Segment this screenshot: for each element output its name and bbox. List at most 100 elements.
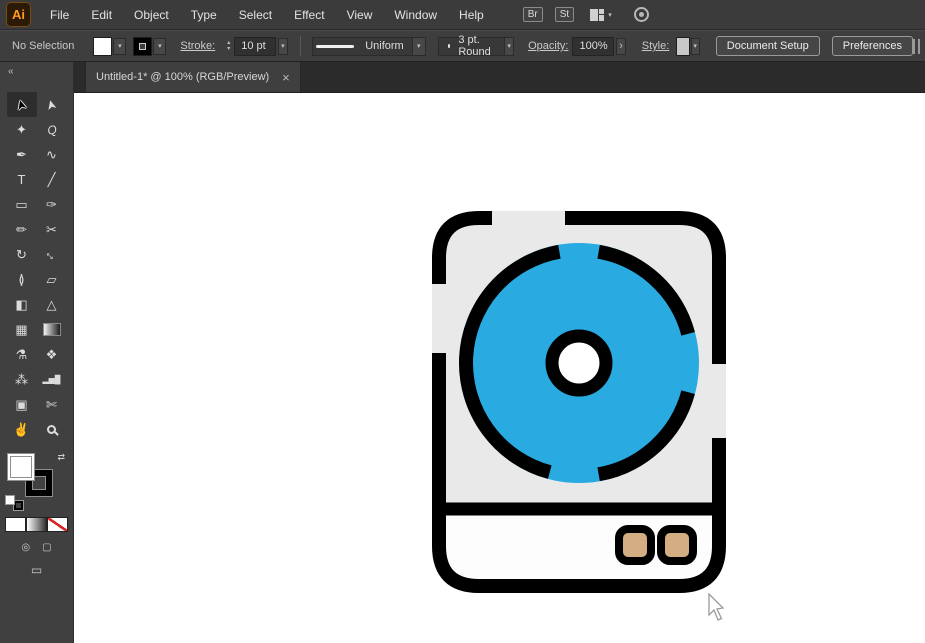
style-swatch[interactable] bbox=[677, 37, 689, 55]
control-bar: No Selection ▾ ▾ Stroke: ▴ ▾ 10 pt ▾ Uni… bbox=[0, 30, 925, 62]
selection-tool[interactable]: ➤ bbox=[6, 92, 37, 117]
canvas[interactable] bbox=[74, 93, 925, 643]
swap-fill-stroke-icon[interactable]: ⇄ bbox=[57, 452, 65, 463]
menu-edit[interactable]: Edit bbox=[80, 8, 123, 22]
shape-builder-tool[interactable]: ◧ bbox=[7, 292, 37, 317]
paint-style-buttons bbox=[0, 518, 73, 531]
document-setup-button[interactable]: Document Setup bbox=[715, 36, 820, 56]
stroke-weight-value[interactable]: 10 pt bbox=[234, 36, 277, 56]
stepper-down-icon[interactable]: ▾ bbox=[227, 46, 230, 52]
width-profile-control[interactable]: Uniform ▾ bbox=[312, 36, 426, 56]
menu-object[interactable]: Object bbox=[123, 8, 180, 22]
eyedropper-tool[interactable]: ⚗ bbox=[7, 342, 37, 367]
stroke-panel-link[interactable]: Stroke: bbox=[180, 40, 215, 52]
close-icon[interactable]: × bbox=[282, 70, 290, 85]
width-profile-dropdown[interactable]: ▾ bbox=[411, 37, 425, 55]
collapse-panel-icon[interactable]: « bbox=[8, 66, 14, 77]
mesh-tool[interactable]: ▦ bbox=[7, 317, 37, 342]
paintbrush-tool[interactable]: ✑ bbox=[37, 192, 67, 217]
brush-control[interactable]: 3 pt. Round ▾ bbox=[437, 34, 515, 58]
opacity-panel-link[interactable]: Opacity: bbox=[528, 40, 568, 52]
stock-button[interactable]: St bbox=[554, 7, 575, 22]
document-tab-title: Untitled-1* @ 100% (RGB/Preview) bbox=[96, 71, 270, 83]
stroke-weight-stepper[interactable]: ▴ ▾ bbox=[227, 40, 230, 52]
blend-tool[interactable]: ❖ bbox=[37, 342, 67, 367]
divider bbox=[299, 36, 301, 56]
menu-effect[interactable]: Effect bbox=[283, 8, 335, 22]
illustrator-window: Ai File Edit Object Type Select Effect V… bbox=[0, 0, 925, 643]
rectangle-tool[interactable]: ▭ bbox=[7, 192, 37, 217]
lasso-tool[interactable]: Q bbox=[34, 114, 69, 145]
sync-icon[interactable] bbox=[633, 7, 649, 22]
workspace: « ➤ ➤ ✦ Q ✒ ∿ T ╱ ▭ ✑ ✏ ✂ ↻ ↔ ≬ ▱ ◧ △ ▦ … bbox=[0, 62, 925, 643]
gradient-button[interactable] bbox=[27, 518, 46, 531]
slice-tool[interactable]: ✄ bbox=[37, 392, 67, 417]
screen-mode-icon[interactable]: ▭ bbox=[31, 563, 42, 577]
toolbar-header: « bbox=[0, 62, 73, 92]
rotate-tool[interactable]: ↻ bbox=[7, 242, 37, 267]
default-fill-stroke-icon[interactable] bbox=[6, 496, 23, 510]
draw-normal-icon[interactable]: ◎ bbox=[21, 542, 30, 553]
opacity-value[interactable]: 100% bbox=[572, 36, 615, 56]
preferences-button[interactable]: Preferences bbox=[831, 36, 914, 56]
zoom-tool-icon bbox=[47, 425, 56, 434]
menu-bar: Ai File Edit Object Type Select Effect V… bbox=[0, 0, 925, 30]
artwork-canvas[interactable] bbox=[430, 209, 728, 595]
perspective-grid-tool[interactable]: △ bbox=[37, 292, 67, 317]
stroke-swatch[interactable] bbox=[134, 37, 152, 55]
none-button[interactable] bbox=[48, 518, 67, 531]
fill-dropdown[interactable]: ▾ bbox=[113, 37, 127, 55]
artboard-tool[interactable]: ▣ bbox=[7, 392, 37, 417]
selection-tool-icon: ➤ bbox=[12, 97, 30, 112]
column-graph-tool[interactable]: ▂▅█ bbox=[37, 367, 67, 392]
pen-tool[interactable]: ✒ bbox=[7, 142, 37, 167]
pencil-tool[interactable]: ✏ bbox=[7, 217, 37, 242]
stroke-color-control[interactable]: ▾ bbox=[134, 37, 167, 55]
fill-swatch[interactable] bbox=[94, 37, 112, 55]
brush-dropdown[interactable]: ▾ bbox=[504, 37, 514, 55]
chevron-down-icon: ▾ bbox=[608, 11, 612, 19]
draw-mode-buttons: ◎ ▢ bbox=[0, 542, 73, 553]
control-button-left[interactable] bbox=[615, 525, 655, 565]
symbol-sprayer-tool[interactable]: ⁂ bbox=[7, 367, 37, 392]
menu-type[interactable]: Type bbox=[180, 8, 228, 22]
menu-window[interactable]: Window bbox=[383, 8, 448, 22]
menu-file[interactable]: File bbox=[39, 8, 80, 22]
magic-wand-tool[interactable]: ✦ bbox=[7, 117, 37, 142]
hand-tool[interactable]: ✌ bbox=[7, 417, 37, 442]
gradient-tool-icon bbox=[43, 324, 60, 335]
free-transform-tool[interactable]: ▱ bbox=[37, 267, 67, 292]
opacity-flyout-arrow[interactable]: › bbox=[616, 37, 626, 55]
style-dropdown[interactable]: ▾ bbox=[690, 37, 700, 55]
stroke-weight-dropdown[interactable]: ▾ bbox=[278, 37, 288, 55]
scale-tool[interactable]: ↔ bbox=[37, 242, 67, 267]
width-tool[interactable]: ≬ bbox=[7, 267, 37, 292]
bridge-button[interactable]: Br bbox=[522, 7, 543, 22]
menu-help[interactable]: Help bbox=[448, 8, 495, 22]
control-button-right[interactable] bbox=[657, 525, 697, 565]
menu-view[interactable]: View bbox=[336, 8, 384, 22]
direct-selection-tool[interactable]: ➤ bbox=[37, 92, 67, 117]
style-panel-link[interactable]: Style: bbox=[642, 40, 670, 52]
panel-flyout-icon[interactable] bbox=[913, 38, 921, 54]
line-segment-tool[interactable]: ╱ bbox=[37, 167, 67, 192]
menu-select[interactable]: Select bbox=[228, 8, 283, 22]
gradient-tool[interactable] bbox=[37, 317, 67, 342]
document-tab[interactable]: Untitled-1* @ 100% (RGB/Preview) × bbox=[85, 62, 301, 92]
direct-selection-tool-icon: ➤ bbox=[42, 97, 60, 112]
burner-center-ring[interactable] bbox=[545, 329, 613, 397]
zoom-tool[interactable] bbox=[37, 417, 67, 442]
tools-grid: ➤ ➤ ✦ Q ✒ ∿ T ╱ ▭ ✑ ✏ ✂ ↻ ↔ ≬ ▱ ◧ △ ▦ ⚗ bbox=[0, 92, 73, 442]
color-button[interactable] bbox=[6, 518, 25, 531]
tab-strip: Untitled-1* @ 100% (RGB/Preview) × bbox=[74, 62, 925, 93]
curvature-tool[interactable]: ∿ bbox=[37, 142, 67, 167]
app-logo-icon: Ai bbox=[6, 2, 31, 27]
stroke-dropdown[interactable]: ▾ bbox=[153, 37, 167, 55]
fill-color-box[interactable] bbox=[8, 454, 34, 480]
workspace-switcher[interactable]: ▾ bbox=[590, 8, 612, 21]
scissors-tool[interactable]: ✂ bbox=[37, 217, 67, 242]
selection-status: No Selection bbox=[12, 40, 75, 52]
draw-behind-icon[interactable]: ▢ bbox=[42, 542, 51, 553]
fill-color-control[interactable]: ▾ bbox=[94, 37, 127, 55]
type-tool[interactable]: T bbox=[7, 167, 37, 192]
